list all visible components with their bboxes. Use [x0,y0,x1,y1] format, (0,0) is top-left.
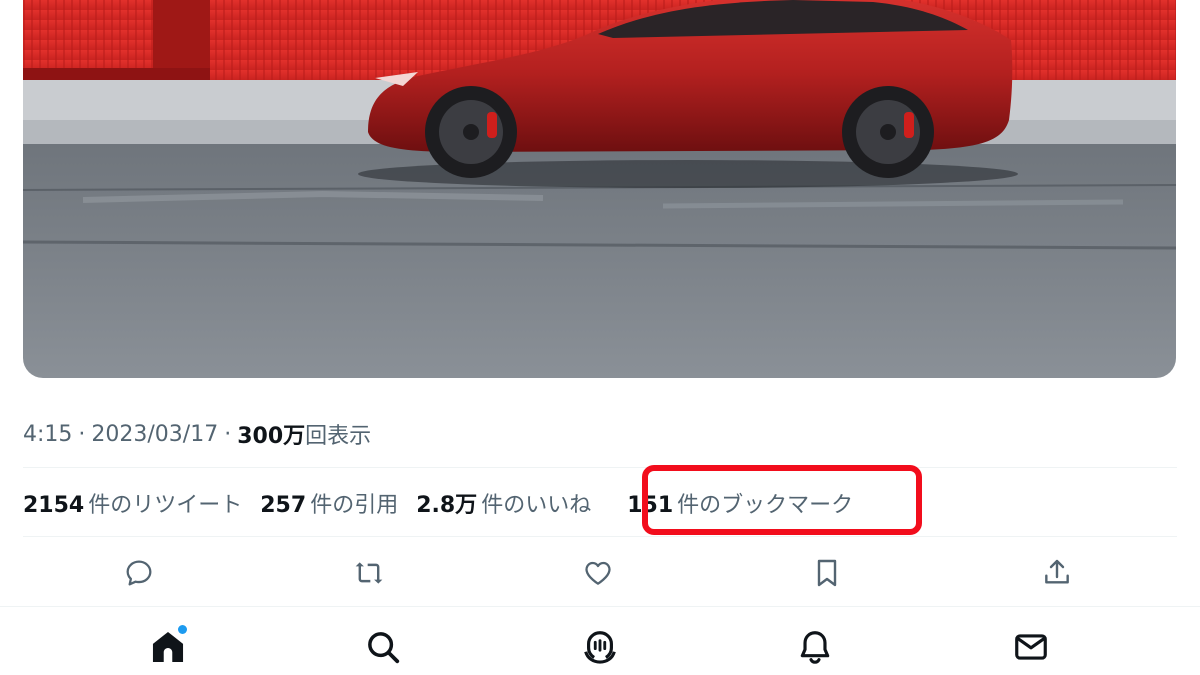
views-count: 300万 [237,424,306,449]
nav-spaces[interactable] [575,622,625,672]
nav-messages[interactable] [1006,622,1056,672]
highlight-annotation-box [642,465,922,535]
share-button[interactable] [1032,548,1082,598]
retweets-count: 2154 [23,493,85,518]
nav-notifications[interactable] [790,622,840,672]
home-notification-dot [178,625,187,634]
separator-dot: · [224,421,232,447]
notifications-icon [800,631,830,664]
share-icon [1045,559,1069,584]
retweets-stat[interactable]: 2154 件のリツイート [23,487,242,519]
tweet-action-bar [0,548,1200,598]
quotes-label: 件の引用 [310,493,399,518]
divider [23,467,1177,468]
reply-button[interactable] [114,548,164,598]
bookmark-icon [817,559,837,587]
quotes-stat[interactable]: 257 件の引用 [260,487,398,519]
quotes-count: 257 [260,493,307,518]
nav-search[interactable] [358,622,408,672]
retweet-button[interactable] [344,548,394,598]
like-button[interactable] [573,548,623,598]
views-label: 回表示 [305,424,372,449]
retweet-icon [355,562,383,584]
retweets-label: 件のリツイート [88,493,243,518]
red-car-image [23,0,1176,378]
spaces-icon [584,631,616,664]
likes-label: 件のいいね [481,493,592,518]
separator-dot: · [78,421,86,447]
like-icon [585,561,611,585]
tweet-date[interactable]: 2023/03/17 [91,422,218,447]
tweet-photo[interactable] [23,0,1176,378]
nav-home[interactable] [143,622,193,672]
bookmark-button[interactable] [802,548,852,598]
tweet-meta: 4:15 · 2023/03/17 · 300万 回表示 [23,416,371,452]
reply-icon [126,560,152,586]
divider [23,536,1177,537]
likes-stat[interactable]: 2.8万 件のいいね [416,487,591,519]
tweet-time[interactable]: 4:15 [23,422,72,447]
divider [0,606,1200,607]
likes-count: 2.8万 [416,493,478,518]
bottom-navigation [0,622,1200,675]
search-icon [368,632,400,664]
messages-icon [1015,634,1047,660]
